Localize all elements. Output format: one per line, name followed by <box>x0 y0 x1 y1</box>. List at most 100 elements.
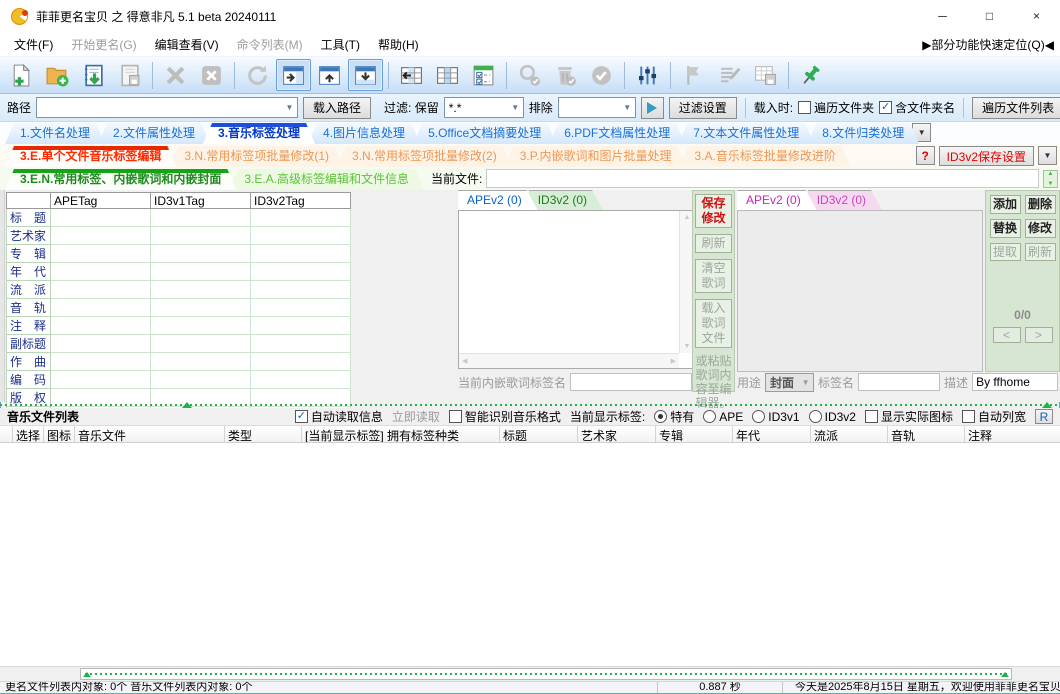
maximize-button[interactable]: □ <box>966 0 1013 32</box>
filter-combobox[interactable]: *.* <box>443 97 524 118</box>
tabs2-dropdown-button[interactable] <box>1038 146 1057 165</box>
usage-select[interactable]: 封面 <box>765 372 815 392</box>
menu-edit-view[interactable]: 编辑查看(V) <box>146 32 228 57</box>
tab-file-classify[interactable]: 8.文件归类处理 <box>807 123 919 144</box>
checkbox-icon[interactable] <box>448 410 462 423</box>
radio-icon[interactable] <box>808 410 822 423</box>
header-select[interactable]: 选择 <box>13 426 44 442</box>
chevron-down-icon[interactable] <box>798 378 813 387</box>
tab-lyrics-image-batch[interactable]: 3.P.内嵌歌词和图片批量处理 <box>505 146 687 167</box>
auto-read-checkbox[interactable]: 自动读取信息 <box>294 408 383 425</box>
replace-cover-button[interactable]: 替换 <box>989 219 1021 238</box>
radio-icon[interactable] <box>654 410 668 423</box>
tab-file-attributes[interactable]: 2.文件属性处理 <box>98 123 210 144</box>
radio-icon[interactable] <box>752 410 766 423</box>
auto-width-checkbox[interactable]: 自动列宽 <box>961 408 1026 425</box>
tab-common-tags-lyrics-cover[interactable]: 3.E.N.常用标签、内嵌歌词和内嵌封面 <box>5 169 236 190</box>
traverse-file-list-button[interactable]: 遍历文件列表 <box>972 96 1060 119</box>
checklist-button[interactable] <box>466 59 501 91</box>
checkbox-icon[interactable] <box>961 410 975 423</box>
path-combobox[interactable] <box>36 97 299 118</box>
traverse-folders-checkbox[interactable]: 遍历文件夹 <box>798 99 874 116</box>
header-title[interactable]: 标题 <box>500 426 578 442</box>
header-type[interactable]: 类型 <box>225 426 302 442</box>
tab-image-info[interactable]: 4.图片信息处理 <box>308 123 420 144</box>
pin-button[interactable] <box>794 59 829 91</box>
lyrics-tab-apev2[interactable]: APEv2 (0) <box>458 190 538 210</box>
tag-col-id3v2[interactable]: ID3v2Tag <box>250 192 351 209</box>
minimize-button[interactable]: ─ <box>919 0 966 32</box>
lyrics-hscrollbar[interactable] <box>459 353 679 368</box>
tag-option-ape-radio[interactable]: APE <box>703 410 743 424</box>
tab-filename[interactable]: 1.文件名处理 <box>5 123 105 144</box>
checkbox-icon[interactable] <box>864 410 878 423</box>
tab-batch-modify-1[interactable]: 3.N.常用标签项批量修改(1) <box>169 146 344 167</box>
scroll-up-icon[interactable] <box>684 214 691 221</box>
header-comment[interactable]: 注释 <box>965 426 1060 442</box>
header-year[interactable]: 年代 <box>733 426 811 442</box>
checkbox-icon[interactable] <box>798 101 812 114</box>
tab-music-tags[interactable]: 3.音乐标签处理 <box>203 123 315 144</box>
tag-option-id3v1-radio[interactable]: ID3v1 <box>752 410 800 424</box>
filter-settings-button[interactable]: 过滤设置 <box>668 96 737 119</box>
tag-col-apetag[interactable]: APETag <box>50 192 151 209</box>
panel-bottom-button[interactable] <box>348 59 383 91</box>
menu-file[interactable]: 文件(F) <box>5 32 62 57</box>
r-button[interactable]: R <box>1035 409 1053 424</box>
header-track[interactable]: 音轨 <box>888 426 965 442</box>
lyrics-textarea[interactable] <box>458 210 695 369</box>
load-list-button[interactable] <box>76 59 111 91</box>
smart-detect-checkbox[interactable]: 智能识别音乐格式 <box>448 408 561 425</box>
scroll-right-icon[interactable] <box>671 357 676 365</box>
exclude-combobox[interactable] <box>557 97 636 118</box>
chevron-down-icon[interactable] <box>508 103 523 112</box>
checkbox-checked-icon[interactable] <box>294 410 308 423</box>
tag-col-id3v1[interactable]: ID3v1Tag <box>150 192 251 209</box>
tab-office-summary[interactable]: 5.Office文档摘要处理 <box>413 123 556 144</box>
lyrics-tagname-input[interactable] <box>570 373 692 391</box>
header-music-file[interactable]: 音乐文件 <box>75 426 225 442</box>
table-move-left-button[interactable] <box>394 59 429 91</box>
tab-pdf-attributes[interactable]: 6.PDF文档属性处理 <box>549 123 685 144</box>
help-button[interactable]: ? <box>915 146 935 165</box>
tab-text-attributes[interactable]: 7.文本文件属性处理 <box>678 123 814 144</box>
header-album[interactable]: 专辑 <box>656 426 733 442</box>
include-folder-name-checkbox[interactable]: 含文件夹名 <box>879 99 955 116</box>
header-genre[interactable]: 流派 <box>811 426 888 442</box>
scroll-down-icon[interactable] <box>1048 181 1054 187</box>
current-file-scrollbar[interactable] <box>1043 170 1058 188</box>
new-file-button[interactable] <box>4 59 39 91</box>
apply-filter-button[interactable] <box>640 96 664 119</box>
music-list-body[interactable] <box>0 443 1060 667</box>
save-lyrics-button[interactable]: 保存修改 <box>695 194 732 228</box>
tag-option-native-radio[interactable]: 特有 <box>654 408 694 425</box>
menu-tools[interactable]: 工具(T) <box>312 32 369 57</box>
header-artist[interactable]: 艺术家 <box>578 426 656 442</box>
header-tag-kinds[interactable]: [当前显示标签] 拥有标签种类 <box>302 426 500 442</box>
cover-tab-id3v2[interactable]: ID3v2 (0) <box>808 190 882 210</box>
scroll-down-icon[interactable] <box>684 343 691 350</box>
delete-cover-button[interactable]: 删除 <box>1024 195 1056 214</box>
modify-cover-button[interactable]: 修改 <box>1024 219 1056 238</box>
lyrics-tab-id3v2[interactable]: ID3v2 (0) <box>529 190 603 210</box>
chevron-down-icon[interactable] <box>282 103 297 112</box>
radio-icon[interactable] <box>703 410 717 423</box>
desc-input[interactable]: By ffhome <box>972 373 1058 391</box>
checkbox-checked-icon[interactable] <box>879 101 893 114</box>
panel-top-button[interactable] <box>312 59 347 91</box>
show-real-icon-checkbox[interactable]: 显示实际图标 <box>864 408 953 425</box>
panel-right-button[interactable] <box>276 59 311 91</box>
add-cover-button[interactable]: 添加 <box>989 195 1021 214</box>
tab-advanced-tag-edit[interactable]: 3.E.A.高级标签编辑和文件信息 <box>229 169 424 190</box>
open-folder-button[interactable] <box>40 59 75 91</box>
tab-single-file-tag-edit[interactable]: 3.E.单个文件音乐标签编辑 <box>5 146 176 167</box>
sliders-button[interactable] <box>630 59 665 91</box>
tag-option-id3v2-radio[interactable]: ID3v2 <box>808 410 856 424</box>
scroll-left-icon[interactable] <box>462 357 467 365</box>
table-columns-button[interactable] <box>430 59 465 91</box>
id3v2-save-settings-button[interactable]: ID3v2保存设置 <box>938 146 1034 166</box>
cover-tagname-input[interactable] <box>858 373 941 391</box>
cover-tab-apev2[interactable]: APEv2 (0) <box>737 190 817 210</box>
close-button[interactable]: × <box>1013 0 1060 32</box>
header-icon[interactable]: 图标 <box>44 426 75 442</box>
